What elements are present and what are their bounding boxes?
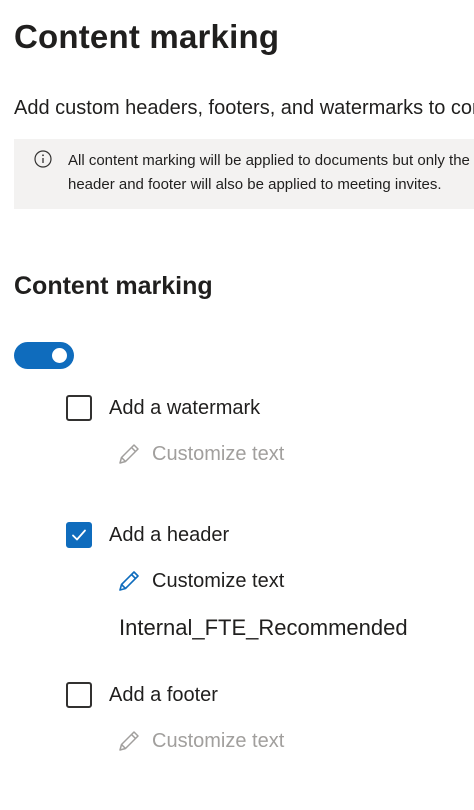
watermark-customize-text-link[interactable]: Customize text — [116, 440, 284, 468]
header-label: Add a header — [109, 524, 230, 546]
checkmark-icon — [72, 529, 86, 541]
footer-label: Add a footer — [109, 684, 218, 706]
header-customize-text-label: Customize text — [152, 569, 285, 592]
footer-customize-text-label: Customize text — [152, 729, 285, 752]
watermark-checkbox[interactable] — [66, 395, 92, 421]
info-text-line-2: header and footer will also be applied t… — [68, 176, 442, 193]
footer-customize-text-link[interactable]: Customize text — [116, 727, 284, 755]
pencil-icon — [119, 731, 139, 751]
pencil-icon — [119, 571, 139, 591]
header-checkbox[interactable] — [66, 522, 92, 548]
header-text-value: Internal_FTE_Recommended — [119, 615, 408, 640]
content-marking-page: Content marking Add custom headers, foot… — [0, 0, 474, 810]
info-message-bar: All content marking will be applied to d… — [14, 139, 474, 209]
section-title: Content marking — [14, 272, 213, 300]
pencil-icon — [119, 444, 139, 464]
content-marking-toggle[interactable] — [14, 342, 74, 369]
watermark-label: Add a watermark — [109, 397, 261, 419]
footer-checkbox[interactable] — [66, 682, 92, 708]
page-description: Add custom headers, footers, and waterma… — [14, 97, 474, 119]
page-title: Content marking — [14, 18, 280, 55]
toggle-knob — [52, 348, 67, 363]
watermark-customize-text-label: Customize text — [152, 442, 285, 465]
header-customize-text-link[interactable]: Customize text — [116, 567, 284, 595]
info-icon — [34, 150, 52, 168]
info-text-line-1: All content marking will be applied to d… — [68, 152, 470, 169]
